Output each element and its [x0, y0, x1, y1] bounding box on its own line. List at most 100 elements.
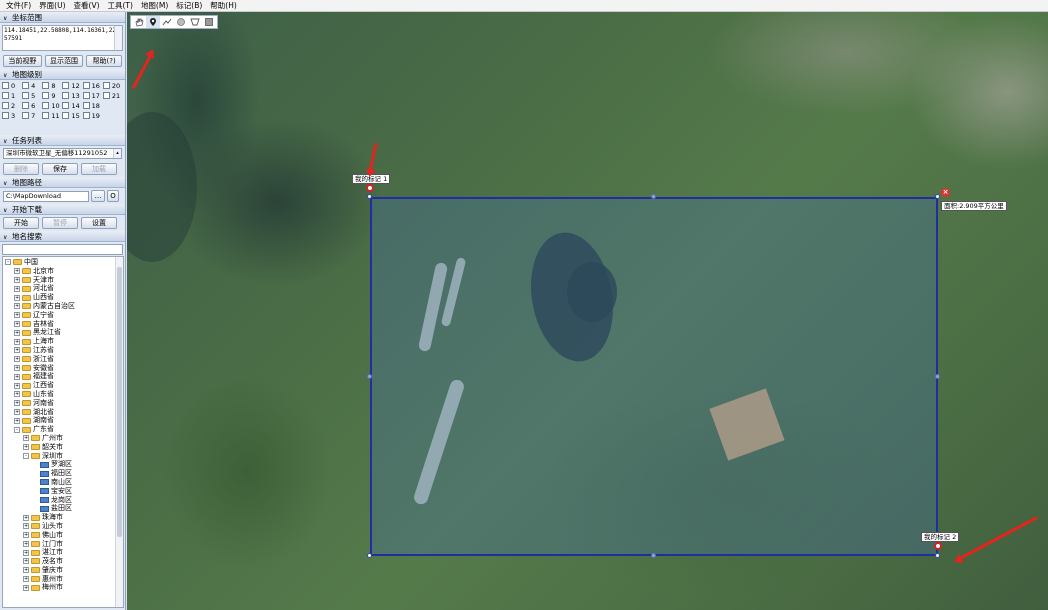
tree-node[interactable]: + 江苏省 [5, 346, 123, 355]
zoom-level-checkbox[interactable] [42, 112, 50, 119]
tree-node[interactable]: 宝安区 [5, 487, 123, 496]
tree-node[interactable]: + 肇庆市 [5, 566, 123, 575]
zoom-level-option[interactable]: 20 [102, 81, 123, 90]
resize-handle-nw[interactable] [367, 194, 372, 199]
tree-node[interactable]: + 江西省 [5, 381, 123, 390]
zoom-level-checkbox[interactable] [2, 112, 9, 119]
expand-icon[interactable]: + [14, 294, 20, 301]
zoom-level-option[interactable]: 21 [102, 91, 123, 100]
resize-handle-ne[interactable] [935, 194, 940, 199]
expand-icon[interactable]: + [23, 523, 29, 530]
zoom-level-checkbox[interactable] [102, 92, 110, 99]
menu-item[interactable]: 工具(T) [104, 0, 137, 12]
tree-node[interactable]: + 韶关市 [5, 443, 123, 452]
tree-node[interactable]: - 深圳市 [5, 452, 123, 461]
tree-node[interactable]: + 梅州市 [5, 583, 123, 592]
menu-item[interactable]: 文件(F) [2, 0, 35, 12]
expand-icon[interactable]: + [14, 320, 20, 327]
zoom-level-checkbox[interactable] [22, 82, 30, 89]
expand-icon[interactable]: + [14, 408, 20, 415]
coords-scrollbar[interactable] [114, 26, 122, 50]
section-header-coords[interactable]: ∨ 坐标范围 [0, 12, 125, 23]
collapse-icon[interactable]: - [5, 259, 11, 266]
hand-icon[interactable] [132, 16, 146, 28]
expand-icon[interactable]: + [23, 444, 29, 451]
section-header-search[interactable]: ∨ 地名搜索 [0, 231, 125, 242]
section-header-tasks[interactable]: ∨ 任务列表 [0, 135, 125, 146]
expand-icon[interactable]: + [14, 391, 20, 398]
place-search-input[interactable] [2, 244, 123, 255]
tree-node[interactable]: 福田区 [5, 469, 123, 478]
zoom-level-checkbox[interactable] [62, 82, 70, 89]
tree-node[interactable]: + 江门市 [5, 540, 123, 549]
zoom-level-option[interactable]: 18 [82, 101, 103, 110]
polyline-icon[interactable] [160, 16, 174, 28]
zoom-level-checkbox[interactable] [2, 92, 9, 99]
tree-node[interactable]: + 吉林省 [5, 320, 123, 329]
zoom-level-option[interactable]: 10 [42, 101, 62, 110]
selection-rectangle[interactable] [370, 197, 938, 556]
zoom-level-option[interactable]: 2 [2, 101, 22, 110]
circle-icon[interactable] [174, 16, 188, 28]
expand-icon[interactable]: + [23, 540, 29, 547]
resize-handle-s[interactable] [651, 553, 656, 558]
tree-node[interactable]: 南山区 [5, 478, 123, 487]
tree-node[interactable]: - 中国 [5, 258, 123, 267]
expand-icon[interactable]: + [14, 312, 20, 319]
zoom-level-option[interactable]: 9 [42, 91, 62, 100]
close-icon[interactable]: × [941, 188, 950, 197]
delete-task-button[interactable]: 删除 [3, 163, 39, 175]
zoom-level-option[interactable]: 3 [2, 111, 22, 120]
zoom-level-option[interactable]: 8 [42, 81, 62, 90]
zoom-level-option[interactable]: 6 [22, 101, 42, 110]
expand-icon[interactable]: + [14, 285, 20, 292]
zoom-level-option[interactable]: 17 [82, 91, 103, 100]
zoom-level-checkbox[interactable] [82, 102, 90, 109]
satellite-map[interactable]: 我的标记 1 我的标记 2 × 面积:2.909平方公里 [127, 12, 1048, 610]
expand-icon[interactable]: + [23, 514, 29, 521]
zoom-level-checkbox[interactable] [82, 92, 90, 99]
expand-icon[interactable]: + [14, 329, 20, 336]
tree-node[interactable]: + 湖南省 [5, 416, 123, 425]
tree-node[interactable]: 龙岗区 [5, 496, 123, 505]
tree-node[interactable]: + 珠海市 [5, 513, 123, 522]
zoom-level-checkbox[interactable] [102, 82, 110, 89]
zoom-level-option[interactable]: 13 [62, 91, 82, 100]
menu-item[interactable]: 地图(M) [137, 0, 172, 12]
tree-node[interactable]: + 浙江省 [5, 355, 123, 364]
zoom-level-option[interactable]: 0 [2, 81, 22, 90]
menu-item[interactable]: 查看(V) [70, 0, 104, 12]
tree-node[interactable]: + 茂名市 [5, 557, 123, 566]
expand-icon[interactable]: + [14, 382, 20, 389]
zoom-level-option[interactable]: 1 [2, 91, 22, 100]
tree-node[interactable]: + 汕头市 [5, 522, 123, 531]
expand-icon[interactable]: + [23, 576, 29, 583]
expand-icon[interactable]: + [14, 268, 20, 275]
section-header-levels[interactable]: ∨ 地图级别 [0, 69, 125, 80]
tree-node[interactable]: + 安徽省 [5, 364, 123, 373]
zoom-level-checkbox[interactable] [62, 92, 70, 99]
menu-item[interactable]: 标记(B) [172, 0, 206, 12]
polygon-icon[interactable] [188, 16, 202, 28]
expand-icon[interactable]: + [23, 558, 29, 565]
zoom-level-option[interactable]: 15 [62, 111, 82, 120]
zoom-level-checkbox[interactable] [22, 92, 30, 99]
marker-pin-icon[interactable] [146, 16, 160, 28]
zoom-level-option[interactable]: 11 [42, 111, 62, 120]
section-header-path[interactable]: ∨ 地图路径 [0, 177, 125, 188]
zoom-level-option[interactable]: 7 [22, 111, 42, 120]
zoom-level-checkbox[interactable] [82, 82, 90, 89]
rectangle-icon[interactable] [202, 16, 216, 28]
marker-2-pin-icon[interactable] [934, 542, 942, 550]
zoom-level-checkbox[interactable] [42, 92, 50, 99]
resize-handle-se[interactable] [935, 553, 940, 558]
expand-icon[interactable]: + [23, 549, 29, 556]
marker-1-pin-icon[interactable] [366, 184, 374, 192]
tree-node[interactable]: + 湖北省 [5, 408, 123, 417]
zoom-level-option[interactable]: 4 [22, 81, 42, 90]
tree-node[interactable]: + 山西省 [5, 293, 123, 302]
tree-node[interactable]: + 惠州市 [5, 575, 123, 584]
tree-node[interactable]: + 天津市 [5, 276, 123, 285]
load-task-button[interactable]: 加载 [81, 163, 117, 175]
zoom-level-option[interactable]: 14 [62, 101, 82, 110]
